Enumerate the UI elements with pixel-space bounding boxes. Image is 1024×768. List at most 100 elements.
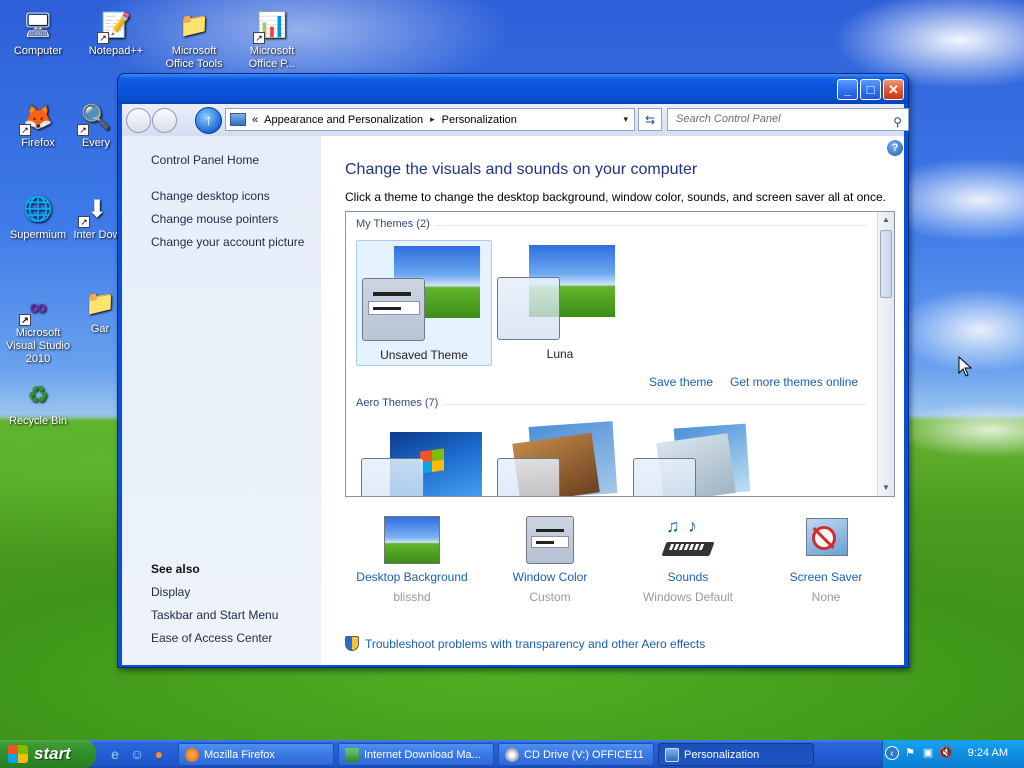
- troubleshoot-link[interactable]: Troubleshoot problems with transparency …: [345, 636, 705, 651]
- quicklaunch-firefox-icon[interactable]: ●: [150, 745, 168, 763]
- personalization-window: _ □ ✕ ↑ « Appearance and Personalization…: [117, 73, 909, 668]
- up-arrow-icon: ↑: [204, 112, 213, 129]
- taskbar-start-menu-link[interactable]: Taskbar and Start Menu: [151, 608, 278, 622]
- theme-list-scrollbar[interactable]: ▲ ▼: [877, 212, 894, 496]
- theme-luna[interactable]: Luna: [492, 240, 628, 366]
- scroll-up-icon[interactable]: ▲: [878, 212, 894, 228]
- taskbar-button-firefox[interactable]: Mozilla Firefox: [178, 743, 334, 766]
- screen-saver-value: None: [811, 590, 841, 604]
- quicklaunch-ie-icon[interactable]: e: [106, 745, 124, 763]
- breadcrumb-personalization[interactable]: Personalization: [442, 114, 517, 126]
- desktop-icon-label: Microsoft Visual Studio 2010: [5, 327, 70, 365]
- desktop-icon-notepadpp[interactable]: 📝 ↗ Notepad++: [78, 8, 154, 58]
- scroll-thumb[interactable]: [880, 230, 892, 298]
- control-panel-icon: [230, 113, 246, 126]
- desktop-icon-internet-download[interactable]: ⬇ ↗ Inter Dow: [72, 192, 122, 242]
- taskbar-button-label: CD Drive (V:) OFFICE11: [524, 748, 644, 761]
- cd-drive-icon: [505, 747, 519, 762]
- firefox-icon: 🦊 ↗: [19, 100, 55, 136]
- save-theme-link[interactable]: Save theme: [649, 375, 713, 389]
- change-mouse-pointers-link[interactable]: Change mouse pointers: [151, 212, 278, 226]
- breadcrumb-separator-icon[interactable]: ▸: [430, 114, 435, 125]
- shortcut-arrow-icon: ↗: [253, 32, 265, 44]
- control-panel-home-link[interactable]: Control Panel Home: [151, 153, 259, 167]
- screen-saver-item[interactable]: Screen Saver None: [756, 516, 896, 604]
- back-button[interactable]: [126, 108, 151, 133]
- address-bar[interactable]: « Appearance and Personalization ▸ Perso…: [225, 108, 635, 131]
- breadcrumb-appearance[interactable]: Appearance and Personalization: [264, 114, 423, 126]
- network-icon[interactable]: ▣: [921, 746, 935, 760]
- action-center-flag-icon[interactable]: ⚑: [903, 746, 917, 760]
- desktop-icon-label: Supermium: [9, 229, 67, 241]
- search-input[interactable]: Search Control Panel ⚲: [667, 108, 909, 131]
- volume-muted-icon[interactable]: 🔇: [939, 746, 953, 760]
- desktop-icon-label: Computer: [13, 45, 63, 57]
- up-button[interactable]: ↑: [195, 107, 222, 134]
- screen-saver-icon: [802, 516, 850, 564]
- window-color-icon: [526, 516, 574, 564]
- tray-collapse-icon[interactable]: ‹: [885, 746, 899, 760]
- window-color-label[interactable]: Window Color: [480, 570, 620, 584]
- window-titlebar[interactable]: _ □ ✕: [118, 74, 908, 104]
- sounds-icon: ♫ ♪: [661, 516, 715, 564]
- start-button[interactable]: start: [0, 740, 96, 768]
- desktop-icon-firefox[interactable]: 🦊 ↗ Firefox: [0, 100, 76, 150]
- desktop-icon-office-tools[interactable]: 📁 Microsoft Office Tools: [156, 8, 232, 71]
- change-desktop-icons-link[interactable]: Change desktop icons: [151, 189, 270, 203]
- theme-name: Unsaved Theme: [380, 348, 468, 362]
- display-link[interactable]: Display: [151, 585, 190, 599]
- search-icon[interactable]: ⚲: [893, 112, 902, 133]
- taskbar-button-label: Internet Download Ma...: [364, 748, 481, 761]
- notepadpp-icon: 📝 ↗: [97, 8, 133, 44]
- close-button[interactable]: ✕: [883, 79, 904, 100]
- group-divider: [444, 404, 866, 405]
- sounds-item[interactable]: ♫ ♪ Sounds Windows Default: [618, 516, 758, 604]
- desktop-icon-recycle-bin[interactable]: ♻ Recycle Bin: [0, 378, 76, 428]
- desktop-icon-label: Microsoft Office P...: [248, 45, 296, 70]
- refresh-icon: ⇆: [644, 112, 656, 127]
- mouse-cursor-icon: [958, 356, 973, 377]
- navigation-bar: ↑ « Appearance and Personalization ▸ Per…: [122, 104, 909, 136]
- desktop-icon-supermium[interactable]: 🌐 Supermium: [0, 192, 76, 242]
- address-dropdown-icon[interactable]: ▾: [623, 114, 628, 125]
- aero-themes-label: Aero Themes (7): [356, 397, 439, 409]
- aero-window-thumb: [497, 458, 560, 496]
- maximize-button[interactable]: □: [860, 79, 881, 100]
- theme-unsaved[interactable]: Unsaved Theme: [356, 240, 492, 366]
- desktop-icon-label: Notepad++: [88, 45, 144, 57]
- screen-saver-label[interactable]: Screen Saver: [756, 570, 896, 584]
- quicklaunch-messenger-icon[interactable]: ☺: [128, 745, 146, 763]
- desktop-icon-label: Recycle Bin: [8, 415, 68, 427]
- taskbar-button-cd-drive[interactable]: CD Drive (V:) OFFICE11: [498, 743, 654, 766]
- get-more-themes-link[interactable]: Get more themes online: [730, 375, 858, 389]
- ease-of-access-link[interactable]: Ease of Access Center: [151, 631, 272, 645]
- clock[interactable]: 9:24 AM: [968, 747, 1008, 759]
- refresh-button[interactable]: ⇆: [638, 108, 662, 131]
- sounds-label[interactable]: Sounds: [618, 570, 758, 584]
- desktop-icon-office-p[interactable]: 📊 ↗ Microsoft Office P...: [234, 8, 310, 71]
- minimize-button[interactable]: _: [837, 79, 858, 100]
- desktop-background-item[interactable]: Desktop Background blisshd: [342, 516, 482, 604]
- my-themes-label: My Themes (2): [356, 218, 430, 230]
- download-manager-icon: [345, 747, 359, 762]
- shield-icon: [345, 636, 359, 651]
- change-account-picture-link[interactable]: Change your account picture: [151, 235, 304, 249]
- help-icon[interactable]: ?: [887, 140, 903, 156]
- sounds-value: Windows Default: [642, 590, 734, 604]
- shortcut-arrow-icon: ↗: [78, 216, 90, 228]
- windows-flag-icon: [8, 745, 28, 763]
- taskbar-button-idm[interactable]: Internet Download Ma...: [338, 743, 494, 766]
- theme-name: Luna: [546, 347, 574, 361]
- desktop-icon-gar[interactable]: 📁 Gar: [80, 286, 120, 336]
- scroll-down-icon[interactable]: ▼: [878, 480, 894, 496]
- window-color-item[interactable]: Window Color Custom: [480, 516, 620, 604]
- taskbar-button-personalization[interactable]: Personalization: [658, 743, 814, 766]
- desktop-icon-label: Gar: [90, 323, 110, 335]
- desktop-icon-visual-studio[interactable]: ∞ ↗ Microsoft Visual Studio 2010: [0, 290, 76, 366]
- troubleshoot-label[interactable]: Troubleshoot problems with transparency …: [365, 637, 705, 651]
- desktop-background-label[interactable]: Desktop Background: [342, 570, 482, 584]
- aero-window-thumb: [361, 458, 424, 496]
- desktop-icon-computer[interactable]: 🖥 Computer: [0, 8, 76, 58]
- forward-button[interactable]: [152, 108, 177, 133]
- theme-window-thumb: [362, 278, 425, 341]
